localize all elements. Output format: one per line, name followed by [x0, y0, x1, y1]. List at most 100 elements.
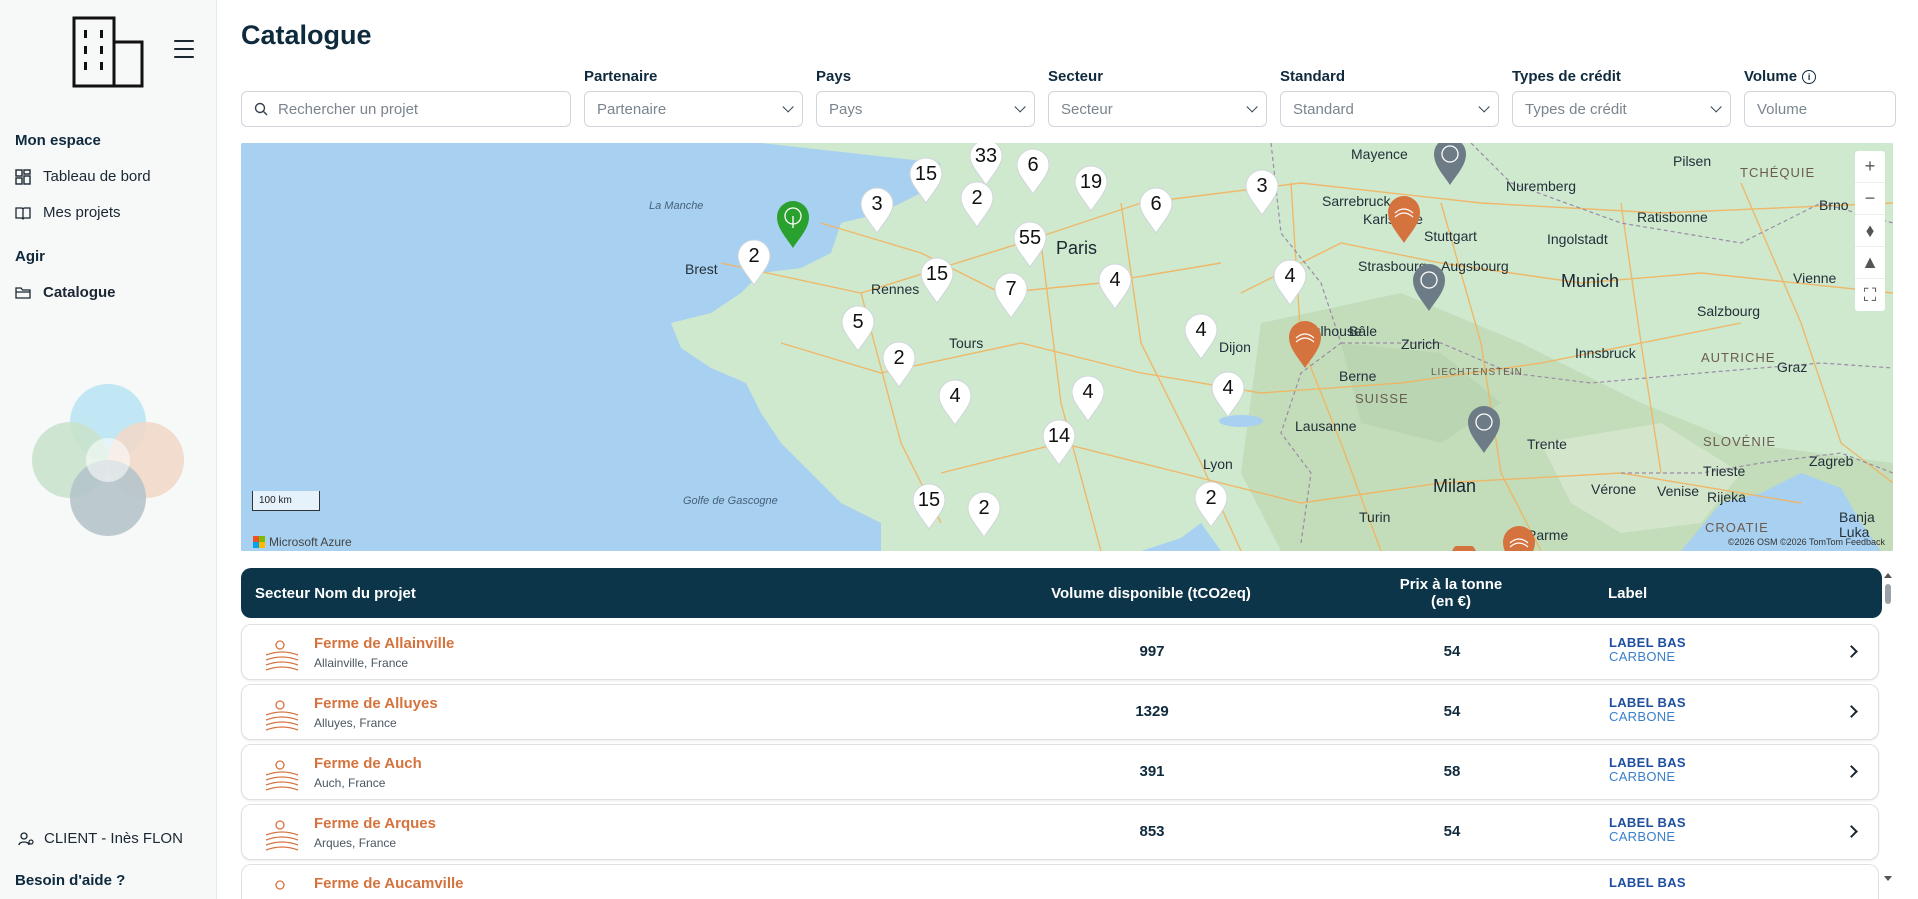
map-cluster-pin[interactable]: 5	[839, 303, 877, 353]
pays-label: Pays	[816, 68, 852, 85]
compass-icon[interactable]: ⬧	[1855, 215, 1885, 247]
map-cluster-pin[interactable]: 14	[1040, 417, 1078, 467]
map-cluster-pin[interactable]: 4	[1069, 373, 1107, 423]
sidebar-item-tableau-de-bord[interactable]: Tableau de bord	[15, 168, 151, 185]
partenaire-select[interactable]: Partenaire	[584, 91, 803, 127]
volume-input[interactable]: Volume	[1744, 91, 1896, 127]
project-map[interactable]: La Manche Brest Rennes Paris Tours Dijon…	[241, 143, 1893, 551]
map-label: Berne	[1339, 368, 1377, 384]
partenaire-placeholder: Partenaire	[597, 100, 667, 118]
map-label: Augsbourg	[1441, 258, 1509, 274]
map-attribution[interactable]: ©2026 OSM ©2026 TomTom Feedback	[1728, 537, 1885, 547]
scrollbar-thumb[interactable]	[1885, 584, 1891, 604]
map-cluster-pin[interactable]: 2	[1192, 479, 1230, 529]
map-label: Venise	[1657, 483, 1700, 499]
map-cluster-pin[interactable]: 4	[1182, 311, 1220, 361]
hamburger-menu-icon[interactable]	[174, 40, 194, 58]
table-row[interactable]: Ferme de Aucamville LABEL BAS	[241, 864, 1879, 899]
project-location: Allainville, France	[314, 656, 409, 670]
cluster-count: 2	[748, 245, 760, 267]
col-price: Prix à la tonne (en €)	[1399, 576, 1503, 610]
table-row[interactable]: Ferme de Arques Arques, France 853 54 LA…	[241, 804, 1879, 860]
map-cluster-pin[interactable]: 4	[936, 377, 974, 427]
fullscreen-icon[interactable]: ⛶	[1855, 279, 1885, 311]
map-cluster-pin[interactable]: 2	[965, 489, 1003, 539]
map-label: Bâle	[1349, 323, 1378, 339]
map-label: La Manche	[649, 200, 704, 212]
chevron-right-icon[interactable]	[1845, 765, 1858, 778]
project-pin-gray[interactable]	[1410, 261, 1448, 313]
sidebar-item-mes-projets[interactable]: Mes projets	[15, 204, 121, 221]
search-input[interactable]: Rechercher un projet	[241, 91, 571, 127]
project-name: Ferme de Allainville	[314, 635, 455, 652]
map-label: Zagreb	[1809, 453, 1854, 469]
sidebar-item-label: Mes projets	[43, 204, 121, 221]
cluster-count: 4	[1284, 265, 1296, 287]
map-label: Rijeka	[1707, 489, 1746, 505]
map-label: Vienne	[1793, 270, 1837, 286]
pitch-icon[interactable]: ▲	[1855, 247, 1885, 279]
cluster-count: 2	[893, 347, 905, 369]
map-cluster-pin[interactable]: 7	[992, 270, 1030, 320]
types-credit-label: Types de crédit	[1512, 68, 1621, 85]
map-cluster-pin[interactable]: 55	[1011, 219, 1049, 269]
map-scale: 100 km	[252, 491, 320, 511]
user-account[interactable]: CLIENT - Inès FLON	[18, 830, 183, 847]
cluster-count: 4	[1222, 377, 1234, 399]
map-cluster-pin[interactable]: 15	[907, 155, 945, 205]
project-pin-gray[interactable]	[1431, 143, 1469, 187]
cluster-count: 3	[871, 193, 883, 215]
map-cluster-pin[interactable]: 6	[1014, 146, 1052, 196]
search-icon	[254, 102, 268, 116]
map-cluster-pin[interactable]: 3	[1243, 167, 1281, 217]
map-cluster-pin[interactable]: 2	[735, 237, 773, 287]
map-cluster-pin[interactable]: 4	[1271, 257, 1309, 307]
map-cluster-pin[interactable]: 4	[1096, 261, 1134, 311]
map-cluster-pin[interactable]: 19	[1072, 163, 1110, 213]
project-pin-orange[interactable]	[1385, 193, 1423, 245]
chevron-right-icon[interactable]	[1845, 825, 1858, 838]
label-bas-carbone-logo: LABEL BAS	[1609, 876, 1686, 890]
table-scrollbar[interactable]	[1883, 572, 1893, 882]
info-icon[interactable]: i	[1802, 69, 1817, 84]
project-pin-gray[interactable]	[1465, 403, 1503, 455]
table-row[interactable]: Ferme de Allainville Allainville, France…	[241, 624, 1879, 680]
farm-sector-icon	[275, 880, 285, 890]
zoom-in-icon[interactable]: +	[1855, 151, 1885, 183]
project-pin-green[interactable]	[774, 198, 812, 250]
map-label: Trieste	[1703, 463, 1746, 479]
volume-placeholder: Volume	[1757, 100, 1808, 118]
cluster-count: 15	[917, 489, 941, 511]
map-cluster-pin[interactable]: 2	[880, 339, 918, 389]
cluster-count: 33	[974, 145, 998, 167]
sidebar-item-catalogue[interactable]: Catalogue	[15, 284, 116, 301]
map-cluster-pin[interactable]: 15	[910, 481, 948, 531]
volume-label-group: Volume i	[1744, 68, 1817, 85]
map-cluster-pin[interactable]: 2	[958, 179, 996, 229]
help-link[interactable]: Besoin d'aide ?	[15, 872, 125, 889]
map-cluster-pin[interactable]: 15	[918, 255, 956, 305]
project-pin-orange[interactable]	[1449, 546, 1479, 551]
pays-select[interactable]: Pays	[816, 91, 1035, 127]
project-pin-orange[interactable]	[1286, 318, 1324, 370]
map-cluster-pin[interactable]: 3	[858, 185, 896, 235]
project-pin-orange[interactable]	[1500, 523, 1538, 551]
sidebar-item-label: Catalogue	[43, 284, 116, 301]
chevron-right-icon[interactable]	[1845, 705, 1858, 718]
standard-select[interactable]: Standard	[1280, 91, 1499, 127]
table-row[interactable]: Ferme de Alluyes Alluyes, France 1329 54…	[241, 684, 1879, 740]
chevron-down-icon	[1014, 101, 1026, 113]
secteur-select[interactable]: Secteur	[1048, 91, 1267, 127]
cluster-count: 4	[1195, 319, 1207, 341]
cluster-count: 55	[1018, 227, 1042, 249]
map-label: AUTRICHE	[1701, 350, 1776, 365]
page-title: Catalogue	[241, 20, 372, 50]
map-label: Banja Luka	[1839, 509, 1875, 540]
table-row[interactable]: Ferme de Auch Auch, France 391 58 LABEL …	[241, 744, 1879, 800]
map-cluster-pin[interactable]: 6	[1137, 185, 1175, 235]
zoom-out-icon[interactable]: −	[1855, 183, 1885, 215]
chevron-right-icon[interactable]	[1845, 645, 1858, 658]
types-credit-select[interactable]: Types de crédit	[1512, 91, 1731, 127]
cluster-count: 15	[914, 163, 938, 185]
map-cluster-pin[interactable]: 4	[1209, 369, 1247, 419]
